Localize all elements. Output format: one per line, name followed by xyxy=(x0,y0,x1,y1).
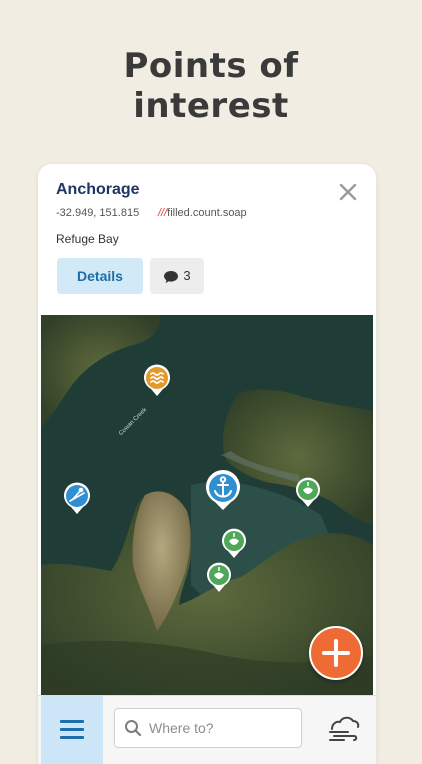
search-placeholder: Where to? xyxy=(149,720,214,736)
what3words-address[interactable]: ///filled.count.soap xyxy=(158,207,247,219)
anchorage-marker[interactable] xyxy=(204,469,242,511)
poi-title: Anchorage xyxy=(56,181,140,198)
poi-coordinates: -32.949, 151.815 xyxy=(56,207,140,219)
poi-card: Anchorage -32.949, 151.815 ///filled.cou… xyxy=(38,164,376,315)
comment-icon xyxy=(164,270,179,283)
poi-location: Refuge Bay xyxy=(56,232,119,246)
headline-line-2: interest xyxy=(133,86,289,126)
details-button[interactable]: Details xyxy=(57,258,143,294)
mooring-marker-3[interactable] xyxy=(205,561,233,593)
headline: Points of interest xyxy=(0,46,422,126)
search-icon xyxy=(125,720,142,737)
weather-wind-icon xyxy=(329,716,360,741)
what3words-slashes: /// xyxy=(158,207,168,219)
comments-button[interactable]: 3 xyxy=(150,258,204,294)
plus-icon xyxy=(322,639,350,667)
headline-line-1: Points of xyxy=(123,46,299,86)
what3words-words: filled.count.soap xyxy=(167,207,247,219)
bottom-bar: Where to? xyxy=(38,695,376,764)
weather-button[interactable] xyxy=(310,696,376,764)
close-icon[interactable] xyxy=(336,180,360,204)
mooring-marker-1[interactable] xyxy=(294,476,322,508)
comment-count: 3 xyxy=(183,268,191,283)
waves-marker[interactable] xyxy=(142,363,172,397)
boat-ramp-marker[interactable] xyxy=(62,481,92,515)
search-input[interactable]: Where to? xyxy=(114,708,302,748)
menu-button[interactable] xyxy=(41,696,103,764)
app-screen: Anchorage -32.949, 151.815 ///filled.cou… xyxy=(38,164,376,764)
mooring-marker-2[interactable] xyxy=(220,527,248,559)
add-button[interactable] xyxy=(309,626,363,680)
